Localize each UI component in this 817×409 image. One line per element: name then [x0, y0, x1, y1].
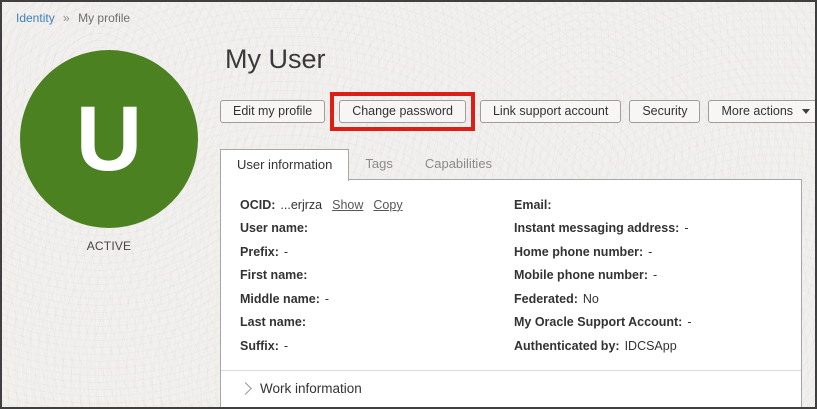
field-row-federated: Federated: No [514, 287, 801, 311]
copy-ocid-link[interactable]: Copy [373, 198, 402, 212]
link-support-account-button[interactable]: Link support account [480, 100, 621, 123]
field-row-last-name: Last name: [240, 311, 514, 335]
field-label: First name: [240, 268, 307, 282]
field-value: ...erjrza [280, 198, 322, 212]
field-row-ocid: OCID: ...erjrza Show Copy [240, 193, 514, 217]
caret-down-icon [802, 109, 810, 114]
security-button[interactable]: Security [629, 100, 700, 123]
field-label: Instant messaging address: [514, 221, 679, 235]
user-information-fields: OCID: ...erjrza Show Copy User name: Pre… [221, 180, 801, 358]
status-badge: ACTIVE [20, 239, 198, 253]
toolbar: Edit my profile Change password Link sup… [220, 93, 817, 129]
more-actions-button[interactable]: More actions [708, 100, 817, 123]
field-row-prefix: Prefix: - [240, 240, 514, 264]
field-value: - [687, 315, 691, 329]
field-label: Mobile phone number: [514, 268, 648, 282]
field-value: - [284, 339, 288, 353]
field-row-user-name: User name: [240, 217, 514, 241]
field-value: No [583, 292, 599, 306]
field-value: IDCSApp [625, 339, 677, 353]
more-actions-label: More actions [721, 104, 793, 118]
field-row-first-name: First name: [240, 264, 514, 288]
field-row-mobile-phone: Mobile phone number: - [514, 264, 801, 288]
chevron-right-icon [239, 382, 252, 395]
field-row-email: Email: [514, 193, 801, 217]
fields-column-right: Email: Instant messaging address: - Home… [514, 193, 801, 358]
tab-strip: User information Tags Capabilities [220, 149, 508, 181]
field-label: Prefix: [240, 245, 279, 259]
field-label: My Oracle Support Account: [514, 315, 682, 329]
work-information-label: Work information [260, 381, 362, 396]
breadcrumb-identity-link[interactable]: Identity [16, 11, 55, 25]
breadcrumb-separator: » [63, 11, 70, 25]
highlight-annotation-box: Change password [330, 92, 475, 131]
field-row-instant-messaging: Instant messaging address: - [514, 217, 801, 241]
field-label: Suffix: [240, 339, 279, 353]
field-row-suffix: Suffix: - [240, 334, 514, 358]
change-password-button[interactable]: Change password [339, 100, 466, 123]
show-ocid-link[interactable]: Show [332, 198, 363, 212]
field-label: Authenticated by: [514, 339, 620, 353]
my-profile-page: Identity » My profile U ACTIVE My User E… [0, 0, 817, 409]
user-information-panel: OCID: ...erjrza Show Copy User name: Pre… [220, 179, 802, 409]
tab-capabilities[interactable]: Capabilities [409, 149, 508, 179]
tab-user-information[interactable]: User information [220, 149, 349, 181]
field-row-middle-name: Middle name: - [240, 287, 514, 311]
field-label: Middle name: [240, 292, 320, 306]
field-value: - [653, 268, 657, 282]
page-title: My User [225, 44, 326, 75]
field-label: OCID: [240, 198, 275, 212]
avatar: U [20, 50, 198, 228]
field-label: User name: [240, 221, 308, 235]
field-label: Last name: [240, 315, 306, 329]
field-row-home-phone: Home phone number: - [514, 240, 801, 264]
tab-tags[interactable]: Tags [349, 149, 408, 179]
field-value: - [684, 221, 688, 235]
field-value: - [325, 292, 329, 306]
fields-column-left: OCID: ...erjrza Show Copy User name: Pre… [240, 193, 514, 358]
field-label: Federated: [514, 292, 578, 306]
breadcrumb: Identity » My profile [16, 11, 130, 25]
breadcrumb-current: My profile [78, 11, 130, 25]
avatar-initial: U [76, 93, 142, 185]
field-value: - [284, 245, 288, 259]
field-value: - [648, 245, 652, 259]
work-information-toggle[interactable]: Work information [221, 371, 801, 396]
field-row-my-oracle-support: My Oracle Support Account: - [514, 311, 801, 335]
field-label: Home phone number: [514, 245, 643, 259]
edit-my-profile-button[interactable]: Edit my profile [220, 100, 325, 123]
field-row-authenticated-by: Authenticated by: IDCSApp [514, 334, 801, 358]
field-label: Email: [514, 198, 552, 212]
